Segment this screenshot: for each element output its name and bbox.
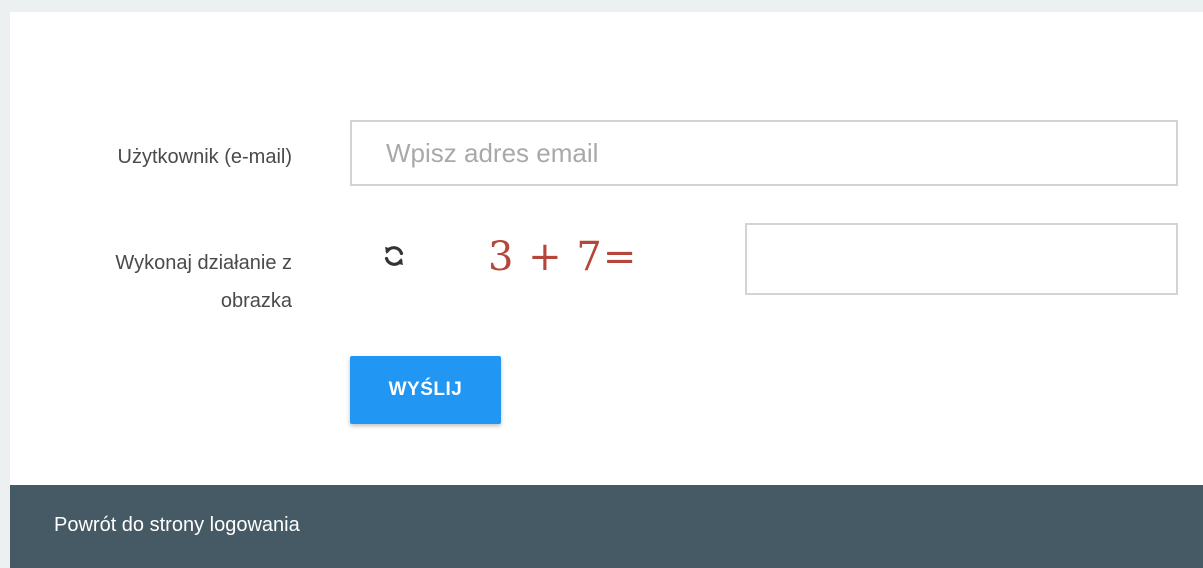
refresh-icon-svg — [384, 246, 404, 266]
card-footer: Powrót do strony logowania — [10, 485, 1203, 568]
captcha-label-line-2: obrazka — [220, 290, 292, 312]
refresh-icon[interactable] — [382, 244, 406, 268]
email-label-text: Użytkownik (e-mail) — [117, 146, 292, 168]
captcha-image: 3 + 7= — [488, 234, 638, 280]
reset-password-card: Użytkownik (e-mail) Wykonaj działanie z … — [10, 12, 1203, 568]
email-input[interactable] — [350, 120, 1178, 186]
email-label: Użytkownik (e-mail) — [10, 138, 292, 176]
back-to-login-link[interactable]: Powrót do strony logowania — [54, 509, 300, 541]
submit-button[interactable]: WYŚLIJ — [350, 356, 501, 424]
captcha-answer-input[interactable] — [745, 223, 1178, 295]
captcha-label: Wykonaj działanie z obrazka — [10, 244, 292, 320]
reset-password-form: Użytkownik (e-mail) Wykonaj działanie z … — [10, 12, 1203, 485]
captcha-label-line-1: Wykonaj działanie z — [115, 252, 292, 274]
